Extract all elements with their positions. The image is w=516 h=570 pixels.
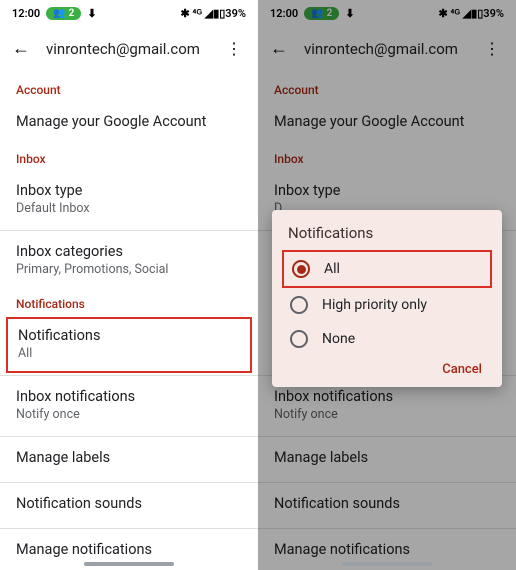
header-title: vinrontech@gmail.com [46,40,206,58]
screen-right: 12:00 👥 2 ⬇ ✱ ⁴ᴳ ◢▮▯39% ← vinrontech@gma… [258,0,516,570]
download-icon: ⬇ [87,7,96,20]
cancel-button[interactable]: Cancel [442,362,482,377]
section-notifications: Notifications [0,289,258,317]
inbox-notifications-item[interactable]: Inbox notifications Notify once [0,378,258,434]
section-inbox: Inbox [0,144,258,172]
divider [0,375,258,376]
gesture-bar[interactable] [342,562,432,566]
more-icon[interactable]: ⋮ [218,35,250,62]
status-right: ✱ ⁴ᴳ ◢▮▯39% [180,7,246,20]
inbox-type-item[interactable]: Inbox type Default Inbox [0,172,258,228]
manage-labels-item[interactable]: Manage labels [0,439,258,480]
radio-icon [292,260,310,278]
gesture-bar[interactable] [84,562,174,566]
divider [0,528,258,529]
divider [0,230,258,231]
radio-label: All [324,261,340,277]
radio-option-high[interactable]: High priority only [282,288,492,322]
dialog-title: Notifications [282,224,492,250]
app-header: ← vinrontech@gmail.com ⋮ [0,24,258,75]
notifications-dialog: Notifications All High priority only Non… [272,210,502,387]
radio-icon [290,330,308,348]
radio-icon [290,296,308,314]
inbox-categories-item[interactable]: Inbox categories Primary, Promotions, So… [0,233,258,289]
radio-label: High priority only [322,297,427,313]
notifications-item-highlighted[interactable]: Notifications All [6,317,252,373]
status-pill: 👥 2 [46,7,81,20]
divider [0,436,258,437]
back-icon[interactable]: ← [8,34,34,63]
manage-account-item[interactable]: Manage your Google Account [0,103,258,144]
radio-option-none[interactable]: None [282,322,492,356]
notification-sounds-item[interactable]: Notification sounds [0,485,258,526]
divider [0,482,258,483]
status-time: 12:00 [12,7,40,20]
radio-label: None [322,331,355,347]
screen-left: 12:00 👥 2 ⬇ ✱ ⁴ᴳ ◢▮▯39% ← vinrontech@gma… [0,0,258,570]
settings-content: Account Manage your Google Account Inbox… [0,75,258,570]
section-account: Account [0,75,258,103]
status-bar: 12:00 👥 2 ⬇ ✱ ⁴ᴳ ◢▮▯39% [0,0,258,24]
radio-option-all[interactable]: All [282,250,492,288]
